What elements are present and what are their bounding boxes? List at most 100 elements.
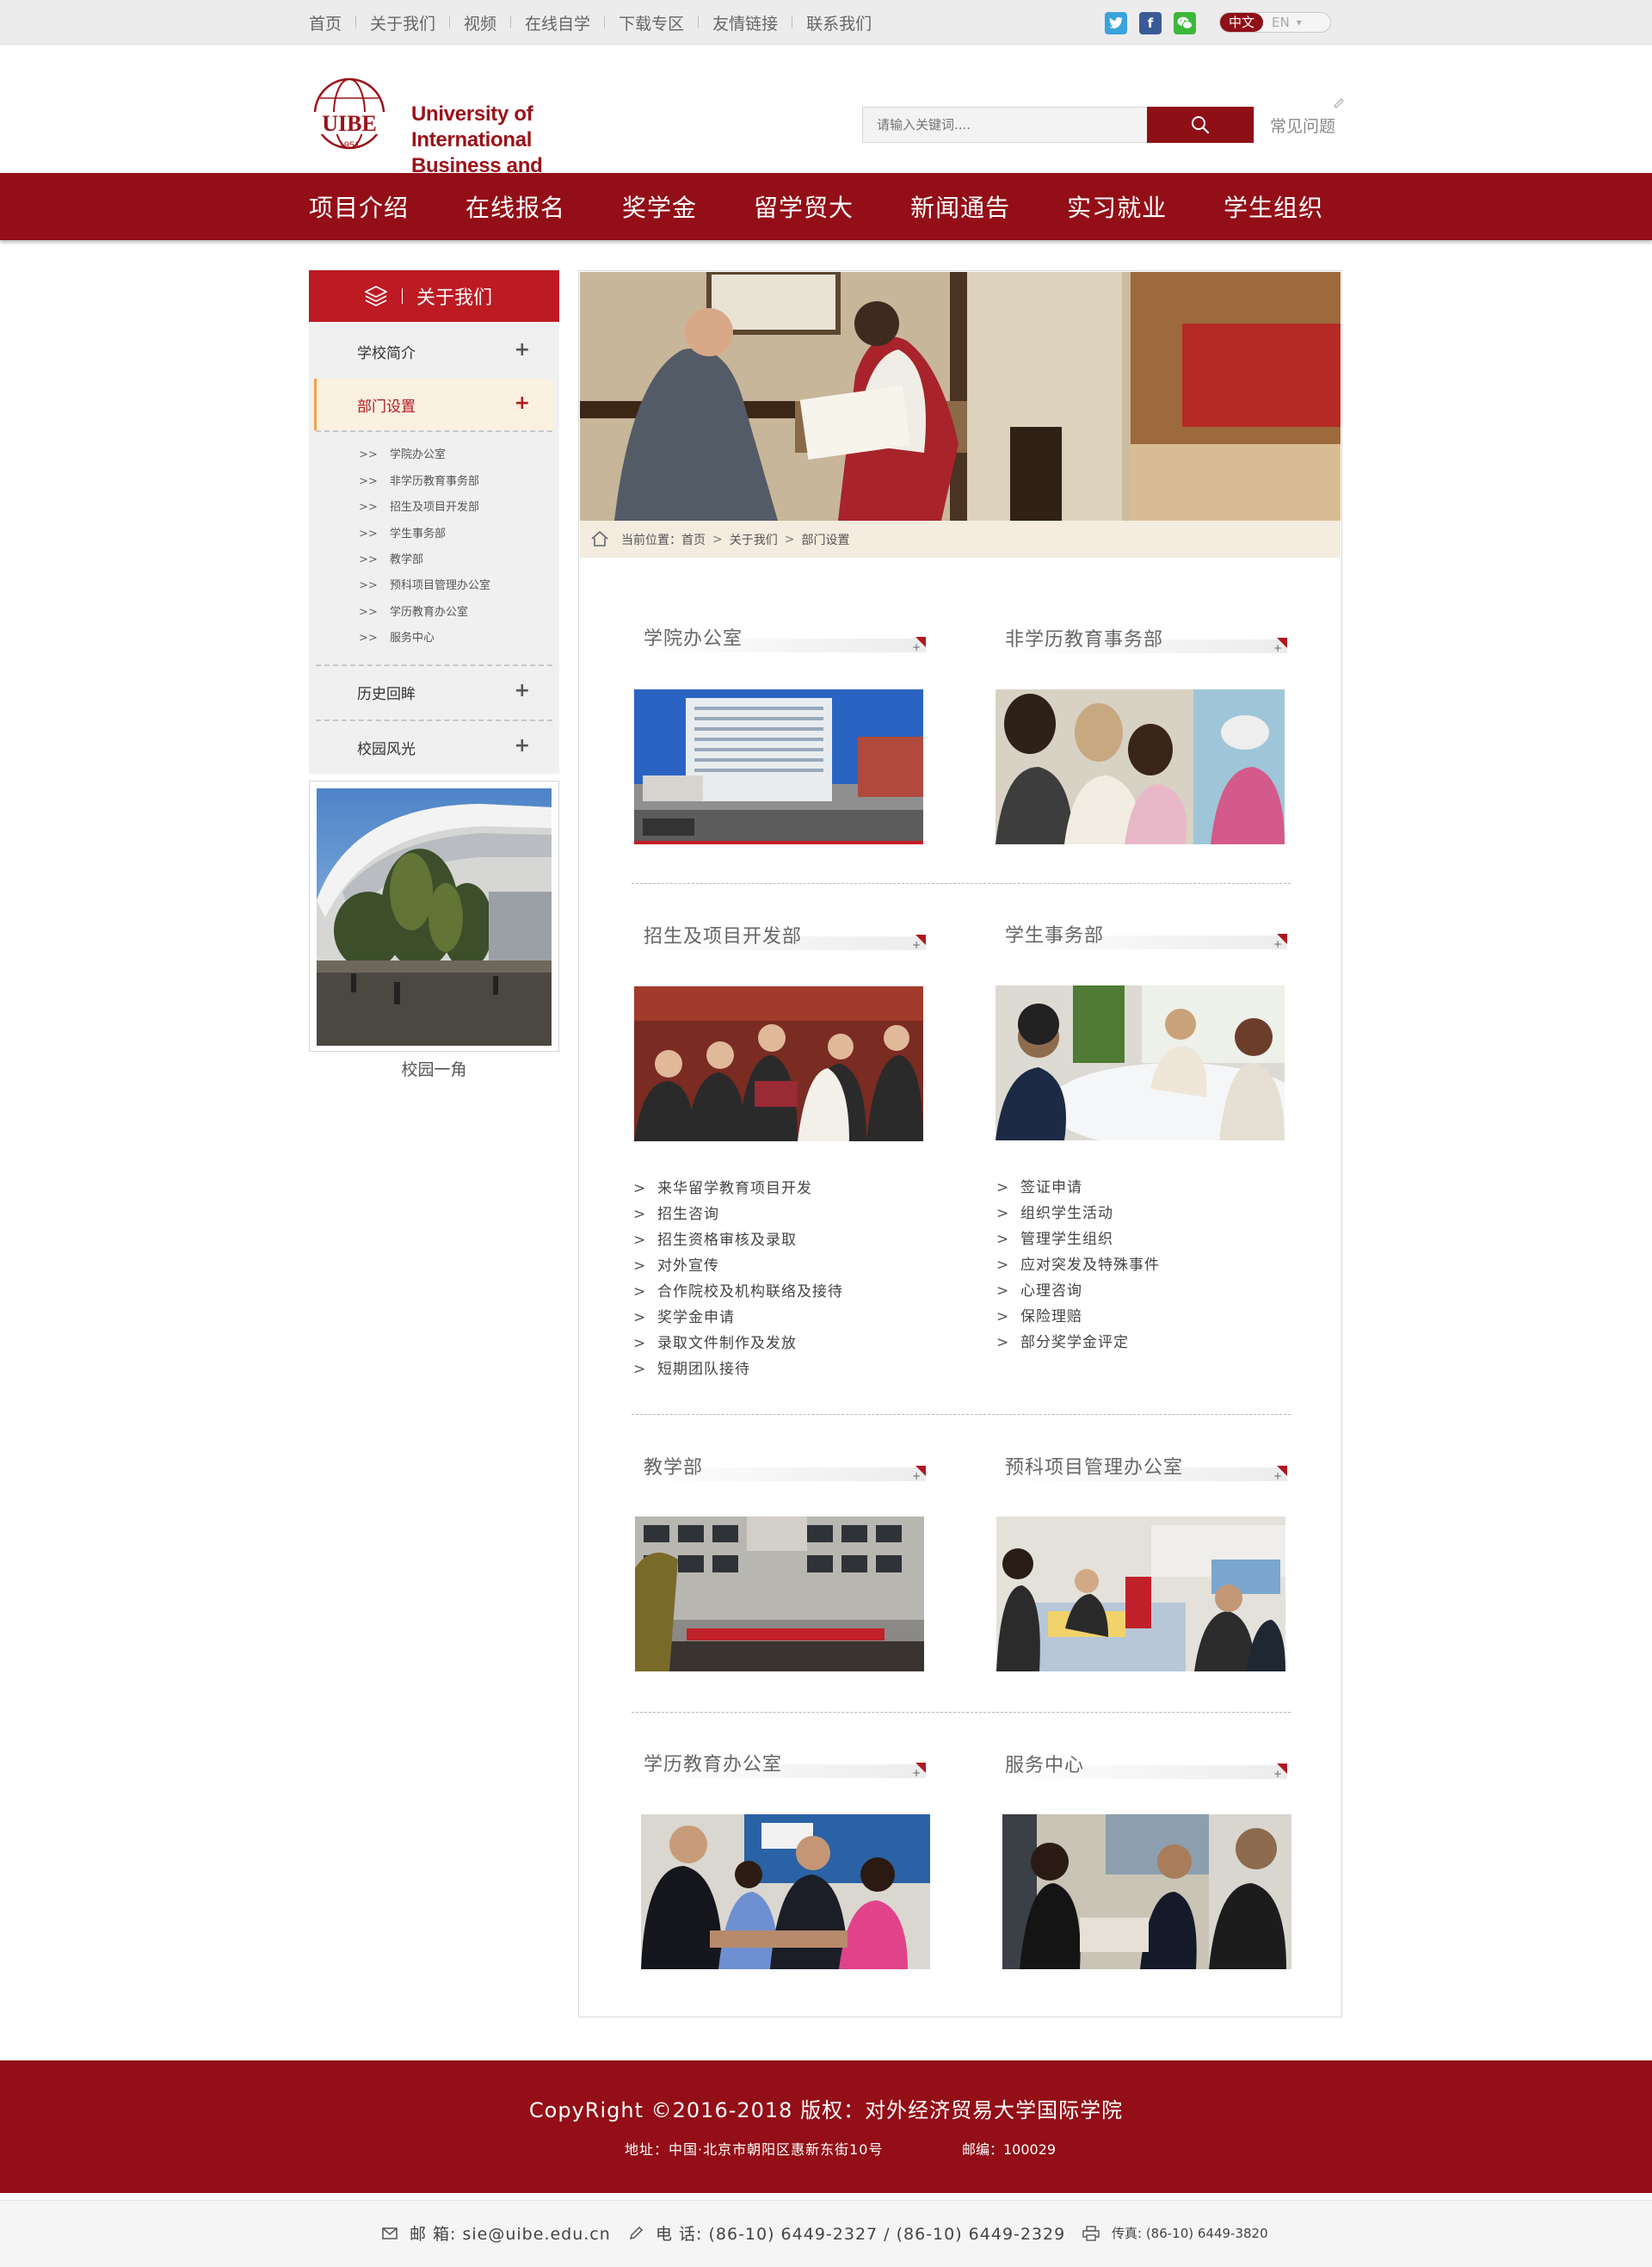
lang-zh[interactable]: 中文 <box>1220 13 1264 32</box>
more-icon[interactable]: + <box>912 935 926 950</box>
nav-student-orgs[interactable]: 学生组织 <box>1224 189 1323 224</box>
duty-text: 心理咨询 <box>1020 1282 1082 1300</box>
section-foundation[interactable]: 预科项目管理办公室 + <box>995 1452 1287 1481</box>
more-icon[interactable]: + <box>1273 1764 1287 1779</box>
sub-item-admissions[interactable]: >> 招生及项目开发部 <box>359 499 479 516</box>
section-title: 学历教育办公室 <box>644 1754 783 1776</box>
search-input[interactable] <box>863 108 1147 142</box>
more-icon[interactable]: + <box>1273 934 1287 949</box>
section-non-degree[interactable]: 非学历教育事务部 + <box>995 624 1287 653</box>
language-switch[interactable]: 中文 EN ▾ <box>1219 12 1331 33</box>
more-icon[interactable]: + <box>912 637 926 652</box>
section-degree-office[interactable]: 学历教育办公室 + <box>633 1749 926 1778</box>
twitter-icon[interactable] <box>1105 12 1127 34</box>
sub-item-service-center[interactable]: >> 服务中心 <box>359 630 435 647</box>
sub-item-label: 招生及项目开发部 <box>390 501 480 514</box>
campus-photo-image <box>317 788 552 1046</box>
duty-text: 保险理赔 <box>1020 1308 1082 1325</box>
sidebar-title-label: 关于我们 <box>416 287 493 309</box>
facebook-icon[interactable]: f <box>1139 12 1162 34</box>
photo-non-degree[interactable] <box>996 689 1285 844</box>
sidebar-item-label: 部门设置 <box>357 398 416 416</box>
more-icon[interactable]: + <box>1273 638 1287 653</box>
lang-en[interactable]: EN <box>1272 15 1290 30</box>
duty-item: > 招生咨询 <box>633 1201 719 1227</box>
site-logo[interactable]: UIBE 1951 University of International Bu… <box>306 72 650 203</box>
search-icon <box>1192 116 1210 134</box>
nav-program-intro[interactable]: 项目介绍 <box>309 189 409 224</box>
nav-online-apply[interactable]: 在线报名 <box>465 189 565 224</box>
breadcrumb-about[interactable]: 关于我们 <box>730 531 778 548</box>
sub-item-teaching[interactable]: >> 教学部 <box>359 552 423 569</box>
duty-item: > 管理学生组织 <box>996 1226 1113 1252</box>
top-nav: 首页 关于我们 视频 在线自学 下载专区 友情链接 联系我们 <box>309 0 872 45</box>
chevron-right-icon: > <box>633 1257 647 1275</box>
nav-scholarship[interactable]: 奖学金 <box>622 189 697 224</box>
svg-text:+: + <box>1273 1768 1282 1779</box>
sidebar-item-campus[interactable]: 校园风光 + <box>314 721 554 773</box>
chevron-right-icon: > <box>996 1205 1010 1222</box>
photo-degree-office[interactable] <box>641 1814 930 1969</box>
campus-photo[interactable] <box>309 781 559 1052</box>
sub-item-student-affairs[interactable]: >> 学生事务部 <box>359 526 446 543</box>
double-chevron-icon: >> <box>359 501 378 514</box>
wechat-icon[interactable] <box>1174 12 1196 34</box>
section-college-office[interactable]: 学院办公室 + <box>633 623 926 652</box>
sidebar-item-label: 校园风光 <box>357 740 416 758</box>
section-title: 招生及项目开发部 <box>644 926 803 948</box>
home-icon <box>591 530 608 547</box>
social-links: f <box>1105 12 1196 34</box>
duty-item: > 部分奖学金评定 <box>996 1330 1129 1356</box>
section-admissions[interactable]: 招生及项目开发部 + <box>633 921 926 950</box>
duty-text: 组织学生活动 <box>1020 1205 1113 1222</box>
top-link-video[interactable]: 视频 <box>464 11 496 34</box>
section-title: 预科项目管理办公室 <box>1005 1457 1184 1479</box>
svg-text:+: + <box>912 641 921 652</box>
photo-teaching[interactable] <box>635 1516 924 1671</box>
svg-text:1951: 1951 <box>339 140 360 151</box>
pen-icon <box>629 2226 644 2239</box>
section-title: 服务中心 <box>1005 1755 1085 1776</box>
chevron-right-icon: > <box>633 1206 647 1223</box>
photo-student-affairs[interactable] <box>996 985 1285 1140</box>
breadcrumb-label: 当前位置： <box>621 533 681 547</box>
more-icon[interactable]: + <box>1273 1466 1287 1481</box>
top-link-downloads[interactable]: 下载专区 <box>619 11 684 34</box>
sub-item-degree-office[interactable]: >> 学历教育办公室 <box>359 604 468 621</box>
top-link-home[interactable]: 首页 <box>309 11 342 34</box>
nav-internship-career[interactable]: 实习就业 <box>1067 189 1167 224</box>
duty-text: 招生资格审核及录取 <box>657 1232 797 1249</box>
photo-foundation[interactable] <box>996 1516 1285 1671</box>
top-link-contact[interactable]: 联系我们 <box>806 11 872 34</box>
section-title: 教学部 <box>644 1457 704 1479</box>
sub-item-foundation[interactable]: >> 预科项目管理办公室 <box>359 578 490 595</box>
plus-icon: + <box>514 339 530 361</box>
photo-service-center[interactable] <box>1002 1814 1291 1969</box>
section-service-center[interactable]: 服务中心 + <box>995 1750 1287 1779</box>
sub-item-college-office[interactable]: >> 学院办公室 <box>359 447 446 464</box>
top-link-friend-links[interactable]: 友情链接 <box>712 11 778 34</box>
search-button[interactable] <box>1147 107 1254 143</box>
nav-study-at-uibe[interactable]: 留学贸大 <box>754 189 854 224</box>
top-link-self-study[interactable]: 在线自学 <box>525 11 590 34</box>
contact-email[interactable]: 邮 箱: sie@uibe.edu.cn <box>382 2221 611 2245</box>
breadcrumb-home[interactable]: 首页 <box>681 531 706 548</box>
main-nav: 项目介绍 在线报名 奖学金 留学贸大 新闻通告 实习就业 学生组织 <box>0 173 1652 240</box>
more-icon[interactable]: + <box>912 1763 926 1778</box>
section-student-affairs[interactable]: 学生事务部 + <box>995 920 1287 949</box>
sub-item-non-degree[interactable]: >> 非学历教育事务部 <box>359 473 479 491</box>
photo-college-office[interactable] <box>634 689 923 844</box>
faq-link[interactable]: 常见问题 <box>1270 114 1335 137</box>
divider <box>632 883 1291 884</box>
section-teaching[interactable]: 教学部 + <box>633 1452 926 1481</box>
nav-news[interactable]: 新闻通告 <box>910 189 1010 224</box>
top-link-about[interactable]: 关于我们 <box>370 11 435 34</box>
double-chevron-icon: >> <box>359 553 378 566</box>
sidebar-item-school-intro[interactable]: 学校简介 + <box>314 325 554 377</box>
section-title: 学生事务部 <box>1005 925 1105 947</box>
more-icon[interactable]: + <box>912 1466 926 1481</box>
photo-admissions[interactable] <box>634 986 923 1141</box>
chevron-right-icon: > <box>996 1257 1010 1274</box>
sidebar-item-history[interactable]: 历史回眸 + <box>314 666 554 718</box>
sidebar-item-departments[interactable]: 部门设置 + <box>314 379 554 430</box>
